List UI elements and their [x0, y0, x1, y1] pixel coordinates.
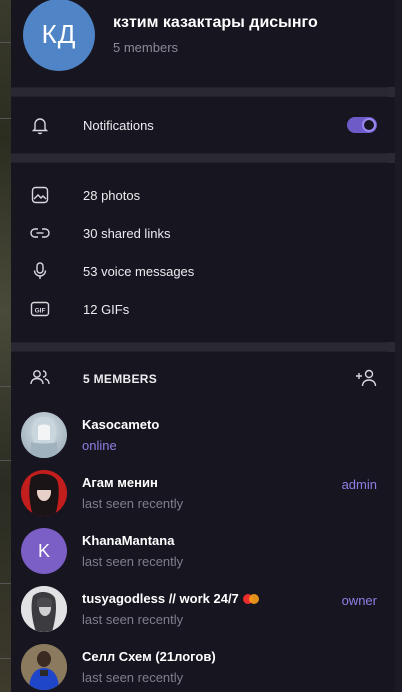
media-label: 28 photos — [83, 187, 141, 203]
member-row[interactable]: Агам менин last seen recently admin — [11, 464, 395, 522]
anime-avatar — [21, 412, 67, 458]
chat-member-count: 5 members — [113, 40, 179, 55]
notifications-row[interactable]: Notifications — [11, 97, 395, 153]
member-role-badge: owner — [341, 593, 377, 608]
media-row-links[interactable]: 30 shared links — [11, 214, 395, 252]
members-count-label: 5 MEMBERS — [83, 372, 158, 386]
microphone-icon — [29, 260, 51, 282]
svg-text:GIF: GIF — [35, 307, 46, 314]
member-status: online — [82, 438, 117, 453]
notifications-label: Notifications — [83, 117, 154, 133]
member-name: Селл Схем (21логов) — [82, 649, 216, 664]
chat-title: кзтим казактары дисынго — [113, 14, 318, 31]
link-icon — [29, 222, 51, 244]
chat-header: КД кзтим казактары дисынго 5 members — [11, 0, 395, 87]
member-name-wrap: tusyagodless // work 24/7 — [82, 591, 259, 606]
section-divider — [11, 87, 395, 97]
chat-avatar[interactable]: КД — [23, 0, 95, 71]
chat-info-panel: КД кзтим казактары дисынго 5 members Not… — [11, 0, 395, 692]
shared-media-list: 28 photos 30 shared links 53 voice messa… — [11, 163, 395, 342]
member-status: last seen recently — [82, 670, 184, 685]
media-row-voice[interactable]: 53 voice messages — [11, 252, 395, 290]
member-status: last seen recently — [82, 612, 184, 627]
member-name: Агам менин — [82, 475, 158, 490]
members-header: 5 MEMBERS — [11, 352, 395, 406]
member-status: last seen recently — [82, 496, 184, 511]
media-row-gifs[interactable]: GIF 12 GIFs — [11, 290, 395, 328]
grey-avatar — [21, 586, 67, 632]
media-row-photos[interactable]: 28 photos — [11, 176, 395, 214]
member-status: last seen recently — [82, 554, 184, 569]
member-row[interactable]: K KhanaMantana last seen recently — [11, 522, 395, 580]
blue-jacket-avatar — [21, 644, 67, 690]
member-name: KhanaMantana — [82, 533, 175, 548]
card-icon — [242, 593, 259, 604]
member-name: tusyagodless // work 24/7 — [82, 591, 239, 606]
gif-icon: GIF — [29, 298, 51, 320]
section-divider — [11, 342, 395, 352]
members-icon — [29, 367, 51, 392]
dark-hair-avatar — [21, 470, 67, 516]
add-member-icon[interactable] — [355, 367, 379, 394]
member-row[interactable]: tusyagodless // work 24/7 last seen rece… — [11, 580, 395, 638]
letter-avatar: K — [21, 528, 67, 574]
member-name: Kasocameto — [82, 417, 160, 432]
section-divider — [11, 153, 395, 163]
toggle-knob — [362, 118, 376, 132]
media-label: 12 GIFs — [83, 301, 130, 317]
members-list: Kasocameto online Агам менин last seen r… — [11, 406, 395, 692]
media-label: 53 voice messages — [83, 263, 195, 279]
member-row[interactable]: Kasocameto online — [11, 406, 395, 464]
media-label: 30 shared links — [83, 225, 171, 241]
bell-icon — [29, 114, 51, 136]
member-role-badge: admin — [341, 477, 377, 492]
member-row[interactable]: Селл Схем (21логов) last seen recently — [11, 638, 395, 692]
photo-icon — [29, 184, 51, 206]
notifications-toggle[interactable] — [347, 117, 377, 133]
